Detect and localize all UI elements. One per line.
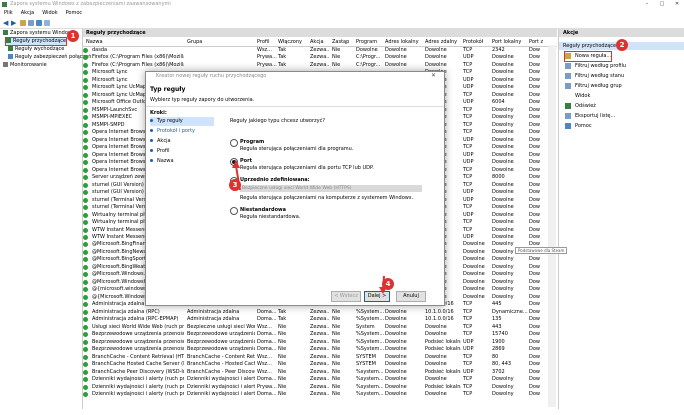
annotation-arrows <box>232 160 387 294</box>
